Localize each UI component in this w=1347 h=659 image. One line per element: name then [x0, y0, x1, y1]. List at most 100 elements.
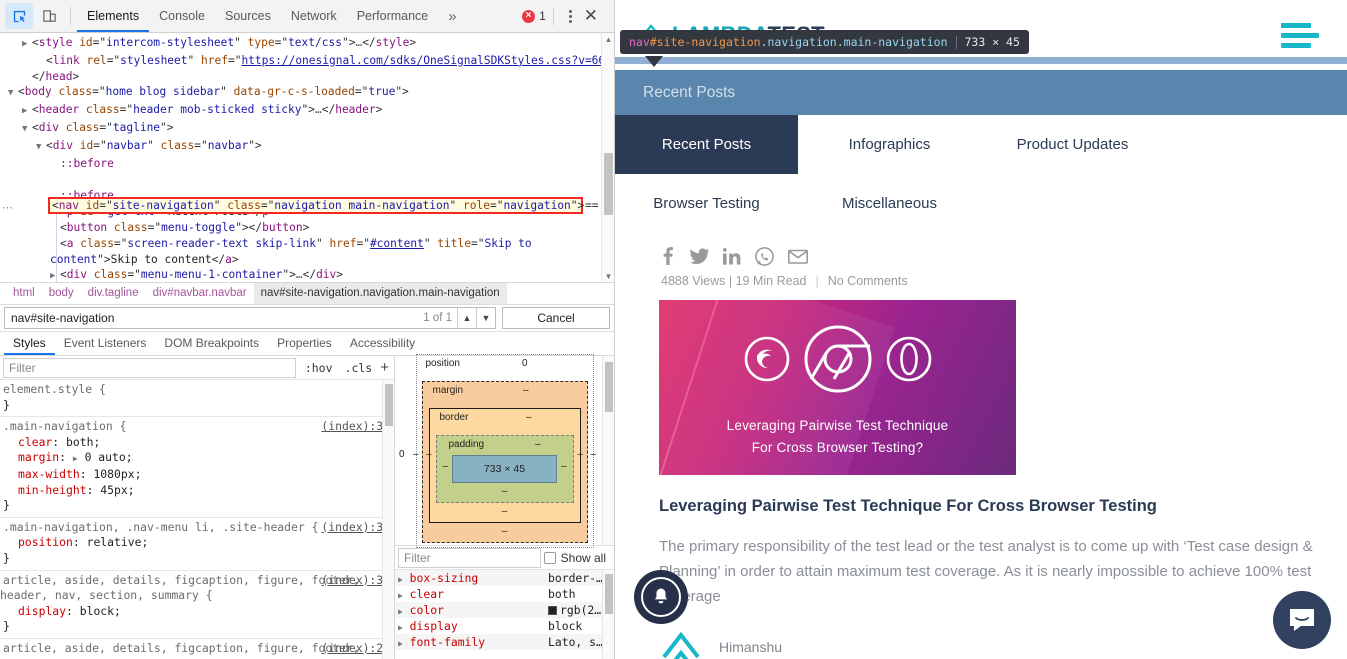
css-declaration[interactable]: max-width: 1080px; [0, 467, 394, 483]
styles-filter-input[interactable]: Filter [3, 358, 296, 378]
breadcrumb-item-html[interactable]: html [6, 283, 42, 304]
tab-recent-posts[interactable]: Recent Posts [615, 115, 798, 174]
css-rule-source[interactable]: (index):38 [321, 419, 390, 435]
author-name[interactable]: Himanshu [719, 639, 782, 655]
hov-toggle[interactable]: :hov [299, 361, 339, 375]
close-icon[interactable]: ✕ [580, 7, 606, 26]
facebook-icon[interactable] [659, 247, 676, 266]
email-icon[interactable] [788, 249, 808, 264]
search-next-button[interactable]: ▼ [476, 308, 495, 328]
rules-scrollbar[interactable] [382, 380, 394, 659]
box-model-padding[interactable]: padding – – 733 × 45 – – [436, 435, 574, 503]
computed-property-name[interactable]: ▶ font-family [398, 635, 548, 649]
dom-node-line[interactable]: <header class="header mob-sticked sticky… [0, 102, 614, 120]
css-property-name[interactable]: position [18, 535, 73, 549]
whatsapp-icon[interactable] [755, 247, 774, 266]
tab-properties[interactable]: Properties [268, 332, 341, 355]
css-rule[interactable]: (index):38article, aside, details, figca… [0, 571, 394, 639]
css-declaration[interactable]: min-height: 45px; [0, 483, 394, 499]
tab-styles[interactable]: Styles [4, 332, 55, 355]
computed-property-row[interactable]: ▶ clearboth [395, 586, 614, 602]
dom-node-line[interactable]: <style id="intercom-stylesheet" type="te… [0, 35, 614, 53]
dom-node-line[interactable]: <div class="menu-menu-1-container">…</di… [0, 267, 614, 283]
css-declaration[interactable]: position: relative; [0, 535, 394, 551]
css-rule[interactable]: (index):38.main-navigation {clear: both;… [0, 417, 394, 518]
css-property-value[interactable]: both; [66, 435, 100, 449]
css-property-name[interactable]: max-width [18, 467, 80, 481]
scrollbar-thumb[interactable] [604, 153, 613, 215]
computed-property-row[interactable]: ▶ displayblock [395, 618, 614, 634]
tab-performance[interactable]: Performance [347, 0, 439, 32]
node-more-options-icon[interactable]: ⋯ [2, 201, 14, 214]
tab-dom-breakpoints[interactable]: DOM Breakpoints [155, 332, 268, 355]
box-model-diagram[interactable]: position 0 margin – border [395, 356, 614, 546]
css-property-value[interactable]: 1080px; [93, 467, 141, 481]
css-rules-list[interactable]: element.style {}(index):38.main-navigati… [0, 380, 394, 659]
selected-dom-node[interactable]: <nav id="site-navigation" class="navigat… [48, 197, 583, 214]
computed-property-name[interactable]: ▶ color [398, 603, 548, 617]
tab-console[interactable]: Console [149, 0, 215, 32]
breadcrumb-item-div-tagline[interactable]: div.tagline [81, 283, 146, 304]
color-swatch[interactable] [548, 606, 557, 615]
css-rule-selector[interactable]: .main-navigation, .nav-menu li, .site-he… [0, 520, 318, 534]
dom-tree-panel[interactable]: <style id="intercom-stylesheet" type="te… [0, 33, 614, 283]
dom-node-line[interactable]: <div id="navbar" class="navbar"> [0, 138, 614, 156]
cls-toggle[interactable]: .cls [339, 361, 379, 375]
tab-elements[interactable]: Elements [77, 0, 149, 32]
css-rule-source[interactable]: (index):38 [321, 573, 390, 589]
dom-node-line[interactable]: <a class="screen-reader-text skip-link" … [0, 236, 614, 268]
metrics-scrollbar[interactable] [602, 356, 614, 545]
kebab-menu-icon[interactable] [561, 10, 580, 23]
cancel-button[interactable]: Cancel [502, 307, 610, 329]
search-input[interactable]: nav#site-navigation 1 of 1 ▲ ▼ [4, 307, 496, 329]
css-property-value[interactable]: 0 auto; [85, 450, 133, 464]
post-title[interactable]: Leveraging Pairwise Test Technique For C… [659, 497, 1309, 516]
dom-node-line[interactable]: <div class="tagline"> [0, 120, 614, 138]
dom-node-line[interactable]: </head> [0, 69, 614, 85]
tab-product-updates[interactable]: Product Updates [981, 115, 1164, 174]
error-badge[interactable]: × 1 [522, 9, 546, 23]
box-model-margin[interactable]: margin – border – [422, 381, 588, 543]
css-rule[interactable]: (index):26article, aside, details, figca… [0, 639, 394, 659]
css-rule-selector[interactable]: element.style { [0, 382, 106, 396]
twitter-icon[interactable] [690, 248, 709, 265]
dom-node-line[interactable]: ::before [0, 156, 614, 172]
css-property-name[interactable]: margin [18, 450, 59, 464]
rules-scrollbar-thumb[interactable] [385, 384, 393, 426]
dom-node-line[interactable]: <body class="home blog sidebar" data-gr-… [0, 84, 614, 102]
computed-filter-input[interactable]: Filter [398, 548, 541, 568]
css-rule-source[interactable]: (index):26 [321, 641, 390, 657]
dom-node-line[interactable]: <button class="menu-toggle"></button> [0, 220, 614, 236]
dom-node-line[interactable]: <link rel="stylesheet" href="https://one… [0, 53, 614, 69]
css-rule-selector[interactable]: article, aside, details, figcaption, fig… [0, 641, 360, 659]
inspect-element-icon[interactable] [5, 3, 33, 29]
computed-scrollbar-thumb[interactable] [605, 574, 613, 614]
tab-accessibility[interactable]: Accessibility [341, 332, 424, 355]
computed-property-name[interactable]: ▶ display [398, 619, 548, 633]
post-comments[interactable]: No Comments [828, 274, 908, 288]
tab-event-listeners[interactable]: Event Listeners [55, 332, 156, 355]
device-toolbar-icon[interactable] [35, 3, 63, 29]
tab-miscellaneous[interactable]: Miscellaneous [798, 174, 981, 233]
breadcrumb-item-nav-site-navigation[interactable]: nav#site-navigation.navigation.main-navi… [254, 283, 507, 304]
computed-scrollbar[interactable] [602, 570, 614, 659]
css-rule-source[interactable]: (index):38 [321, 520, 390, 536]
computed-properties-list[interactable]: ▶ box-sizingborder-…▶ clearboth▶ colorrg… [395, 570, 614, 659]
css-rule[interactable]: (index):38.main-navigation, .nav-menu li… [0, 518, 394, 571]
css-rule-selector[interactable]: article, aside, details, figcaption, fig… [0, 573, 360, 603]
post-banner-image[interactable]: Leveraging Pairwise Test Technique For C… [659, 300, 1016, 475]
new-style-rule-button[interactable]: + [378, 359, 394, 376]
css-declaration[interactable]: margin: ▶ 0 auto; [0, 450, 394, 467]
more-tabs-button[interactable]: » [438, 8, 466, 25]
metrics-scrollbar-thumb[interactable] [605, 362, 613, 412]
css-property-value[interactable]: 45px; [100, 483, 134, 497]
css-property-value[interactable]: block; [80, 604, 121, 618]
breadcrumb-item-div-navbar[interactable]: div#navbar.navbar [146, 283, 254, 304]
box-model-position[interactable]: position 0 margin – border [416, 354, 594, 548]
computed-property-row[interactable]: ▶ box-sizingborder-… [395, 570, 614, 586]
css-property-name[interactable]: clear [18, 435, 52, 449]
computed-property-row[interactable]: ▶ colorrgb(2… [395, 602, 614, 618]
tab-browser-testing[interactable]: Browser Testing [615, 174, 798, 233]
intercom-chat-icon[interactable] [1273, 591, 1331, 649]
tab-infographics[interactable]: Infographics [798, 115, 981, 174]
